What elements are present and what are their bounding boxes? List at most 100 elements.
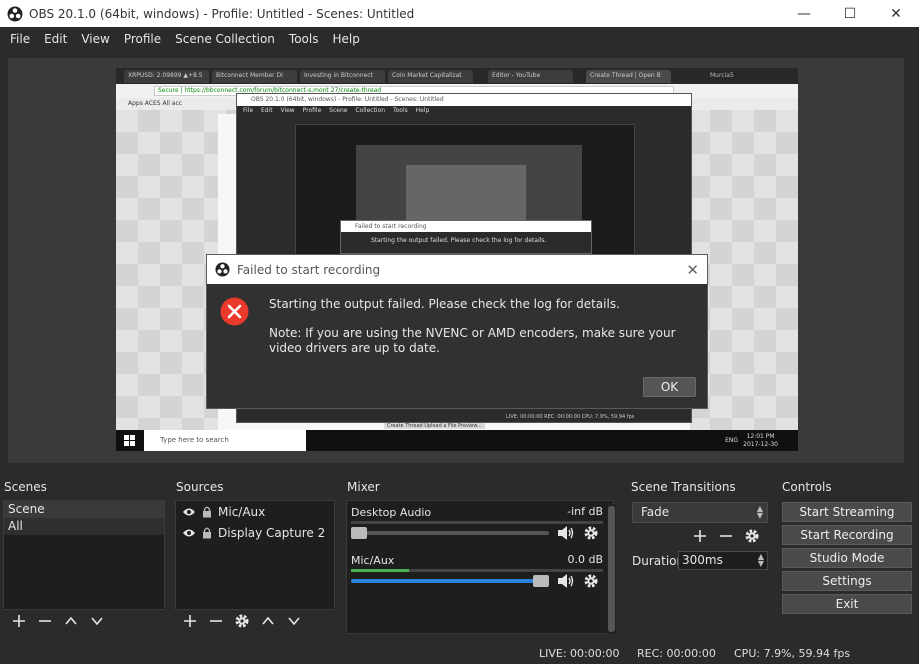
gear-icon[interactable] [583,525,599,541]
speaker-icon[interactable] [557,525,575,541]
close-window-button[interactable]: ✕ [873,0,919,27]
mixer-title: Mixer [347,480,380,494]
gear-icon[interactable] [583,573,599,589]
volume-slider[interactable] [351,575,549,587]
select-arrows-icon: ▲ ▼ [756,504,763,520]
scenes-dock: Scenes Scene All [0,478,168,640]
nested-dialog-text: Starting the output failed. Please check… [371,237,547,244]
start-recording-button[interactable]: Start Recording [782,525,912,545]
sources-title: Sources [176,480,224,494]
controls-dock: Controls Start Streaming Start Recording… [778,478,919,640]
source-item[interactable]: Mic/Aux [176,501,334,522]
dialog-header: Failed to start recording ✕ [207,255,707,284]
browser-tab: Editor - YouTube [488,70,573,83]
chevron-down-icon [288,617,300,626]
error-icon [220,297,249,326]
menu-file[interactable]: File [3,27,37,51]
speaker-icon[interactable] [557,573,575,589]
sources-toolbar [177,611,307,631]
mixer-channel: Desktop Audio -inf dB [351,505,603,540]
title-bar: OBS 20.1.0 (64bit, windows) - Profile: U… [0,0,919,27]
scene-item[interactable]: All [4,518,164,535]
start-streaming-button[interactable]: Start Streaming [782,502,912,522]
plus-icon [694,530,706,542]
channel-name: Desktop Audio [351,506,432,519]
visibility-eye-icon[interactable] [182,527,196,539]
transition-select[interactable]: Fade ▲ ▼ [632,502,768,523]
scrollbar-thumb[interactable] [608,506,615,632]
menu-tools[interactable]: Tools [282,27,326,51]
windows-taskbar: Type here to search ENG 12:01 PM 2017-12… [116,430,798,451]
taskbar-clock: 12:01 PM 2017-12-30 [743,433,778,449]
dialog-message: Starting the output failed. Please check… [269,297,620,311]
lock-icon[interactable] [200,506,214,518]
menu-scene-collection[interactable]: Scene Collection [168,27,282,51]
dialog-close-button[interactable]: ✕ [686,261,699,279]
rec-status: REC: 00:00:00 [637,647,716,660]
settings-button[interactable]: Settings [782,571,912,591]
taskbar-search: Type here to search [144,430,306,451]
minimize-button[interactable]: — [781,0,827,27]
menu-profile[interactable]: Profile [117,27,168,51]
obs-logo-icon [215,262,230,277]
source-item[interactable]: Display Capture 2 [176,522,334,543]
windows-start-icon [124,435,135,446]
volume-slider-handle[interactable] [351,527,367,539]
lock-icon[interactable] [200,527,214,539]
nested-obs-title: OBS 20.1.0 (64bit, windows) - Profile: U… [237,94,691,106]
menu-bar: File Edit View Profile Scene Collection … [0,27,919,51]
browser-tab: Bitconnect Member Di [212,70,297,83]
remove-source-button[interactable] [203,611,229,631]
dialog-title: Failed to start recording [237,262,381,277]
source-properties-button[interactable] [229,611,255,631]
add-scene-button[interactable] [6,611,32,631]
scenes-title: Scenes [4,480,47,494]
nested-status: LIVE: 00:00:00 REC: 00:00:00 CPU: 7.9%, … [506,414,635,420]
browser-tab: Coin Market Capitalizat [388,70,473,83]
sources-list[interactable]: Mic/Aux Display Capture 2 [175,500,335,610]
scenes-header[interactable]: Scene [4,501,164,518]
audio-meter-fill [351,569,409,572]
move-scene-up-button[interactable] [58,611,84,631]
visibility-eye-icon[interactable] [182,506,196,518]
menu-edit[interactable]: Edit [37,27,74,51]
add-source-button[interactable] [177,611,203,631]
move-source-up-button[interactable] [255,611,281,631]
remove-scene-button[interactable] [32,611,58,631]
duration-input[interactable]: 300ms ▲ ▼ [678,551,768,570]
menu-help[interactable]: Help [325,27,366,51]
move-source-down-button[interactable] [281,611,307,631]
remove-transition-button[interactable] [713,526,739,546]
chevron-down-icon [91,617,103,626]
browser-user: Murcia5 [710,72,734,79]
studio-mode-button[interactable]: Studio Mode [782,548,912,568]
audio-meter [351,521,603,524]
move-scene-down-button[interactable] [84,611,110,631]
mixer-channel: Mic/Aux 0.0 dB [351,553,603,588]
source-label: Mic/Aux [218,504,266,519]
mixer-dock: Mixer Desktop Audio -inf dB Mic/Aux 0.0 … [343,478,623,640]
scenes-list[interactable]: Scene All [3,500,165,610]
live-status: LIVE: 00:00:00 [539,647,620,660]
gear-icon [235,614,249,628]
taskbar-time: 12:01 PM [746,433,775,440]
ok-button[interactable]: OK [643,377,696,397]
mixer-scrollbar[interactable] [607,504,616,634]
spin-arrows-icon[interactable]: ▲ ▼ [758,553,764,568]
sources-dock: Sources Mic/Aux Display Capture 2 [172,478,340,640]
volume-slider[interactable] [351,527,549,539]
volume-slider-handle[interactable] [533,575,549,587]
exit-button[interactable]: Exit [782,594,912,614]
window-title: OBS 20.1.0 (64bit, windows) - Profile: U… [29,6,415,21]
channel-db: -inf dB [567,505,603,518]
plus-icon [13,615,25,627]
mixer-panel: Desktop Audio -inf dB Mic/Aux 0.0 dB [346,500,614,634]
source-label: Display Capture 2 [218,525,326,540]
cpu-status: CPU: 7.9%, 59.94 fps [734,647,851,660]
transition-properties-button[interactable] [739,526,765,546]
maximize-button[interactable]: ☐ [827,0,873,27]
volume-slider-fill [351,579,549,583]
dialog-note: Note: If you are using the NVENC or AMD … [269,326,676,355]
add-transition-button[interactable] [687,526,713,546]
menu-view[interactable]: View [74,27,116,51]
